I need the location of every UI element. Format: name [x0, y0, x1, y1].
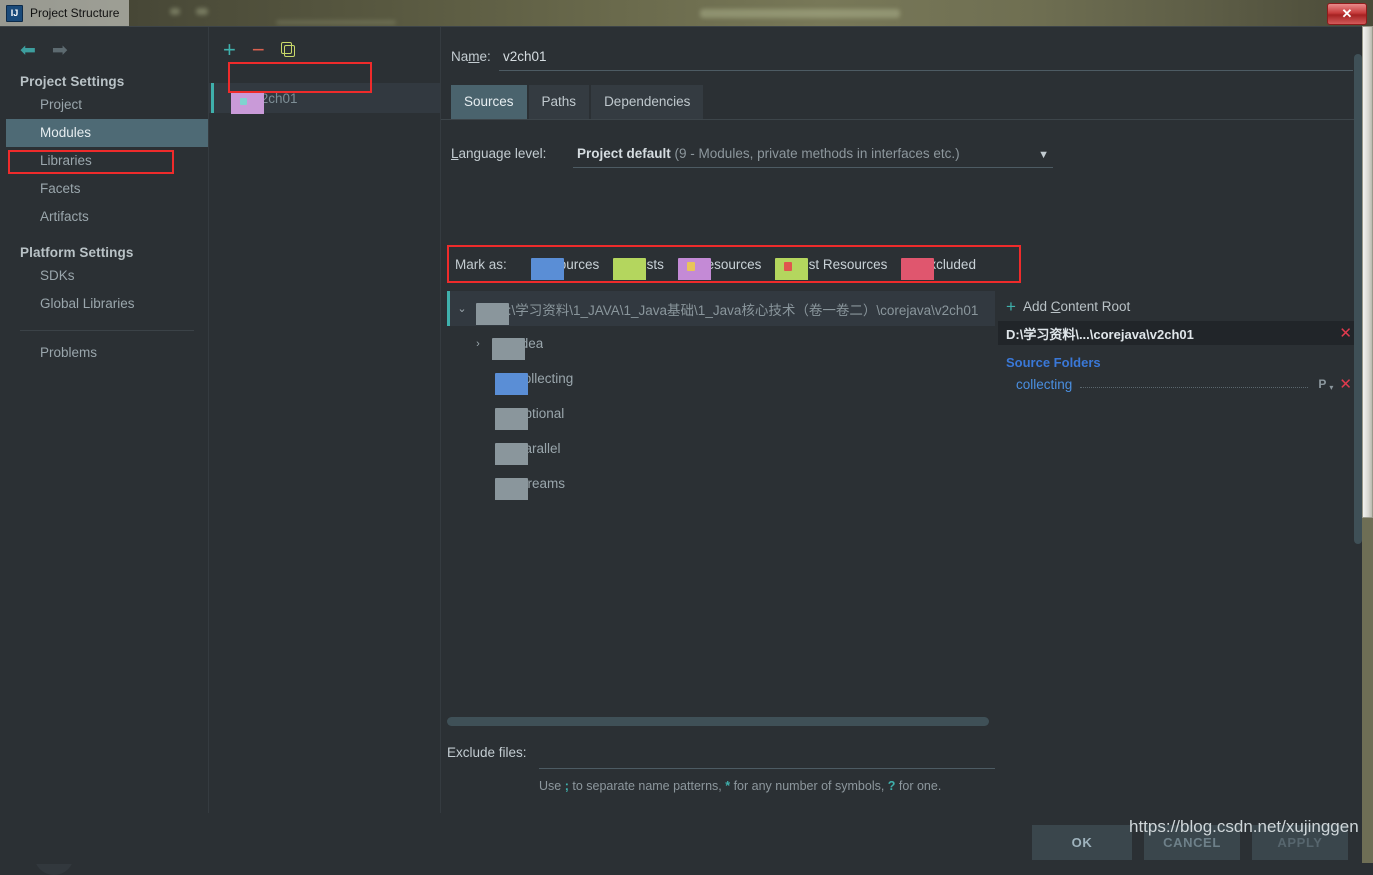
tab-dependencies[interactable]: Dependencies [591, 85, 704, 119]
ok-button[interactable]: OK [1032, 825, 1132, 860]
add-content-root-label: Add Content Root [1022, 298, 1131, 314]
sidebar-item-libraries[interactable]: Libraries [6, 147, 208, 175]
tab-paths[interactable]: Paths [528, 85, 590, 119]
folder-icon [495, 442, 528, 465]
module-name-row: Name: v2ch01 [441, 27, 1363, 71]
module-list-item-v2ch01[interactable]: v2ch01 [209, 83, 441, 114]
folder-resources-icon [677, 258, 711, 280]
tree-row-optional[interactable]: optional [447, 396, 995, 431]
watermark-text: https://blog.csdn.net/xujinggen [1129, 817, 1359, 836]
sidebar-divider [20, 330, 194, 331]
tree-row-label: D:\学习资料\1_JAVA\1_Java基础\1_Java核心技术（卷一卷二）… [498, 302, 979, 318]
folder-source-icon [495, 372, 528, 395]
tab-sources[interactable]: Sources [451, 85, 527, 119]
sidebar-item-problems[interactable]: Problems [6, 339, 208, 367]
add-module-button[interactable]: + [223, 39, 236, 61]
package-prefix-icon[interactable]: P [1318, 377, 1333, 392]
tree-row-collecting[interactable]: collecting [447, 361, 995, 396]
folder-icon [495, 407, 528, 430]
sidebar-item-modules[interactable]: Modules [6, 119, 208, 147]
mark-as-excluded-button[interactable]: Excluded [901, 257, 976, 280]
panel-vertical-scrollbar[interactable] [1354, 54, 1362, 544]
copy-icon[interactable] [280, 42, 297, 58]
sidebar-item-artifacts[interactable]: Artifacts [6, 203, 208, 231]
folder-icon [492, 337, 525, 360]
content-root-tree: ⌄ D:\学习资料\1_JAVA\1_Java基础\1_Java核心技术（卷一卷… [447, 291, 995, 711]
sidebar-item-project[interactable]: Project [6, 91, 208, 119]
content-root-path: D:\学习资料\...\corejava\v2ch01 [1006, 326, 1194, 342]
folder-sources-icon [530, 258, 564, 280]
close-button[interactable]: ✕ [1327, 3, 1367, 25]
chevron-down-icon[interactable]: ▼ [1038, 149, 1049, 161]
folder-excluded-icon [901, 258, 935, 280]
mark-as-test-resources-button[interactable]: Test Resources [775, 256, 888, 280]
dotted-leader [1080, 377, 1309, 388]
exclude-files-label: Exclude files: [447, 745, 527, 760]
tree-row-content-root[interactable]: ⌄ D:\学习资料\1_JAVA\1_Java基础\1_Java核心技术（卷一卷… [447, 291, 995, 326]
tree-row-idea[interactable]: › .idea [447, 326, 995, 361]
language-level-row: Language level: Project default (9 - Mod… [441, 120, 1363, 168]
folder-icon [476, 302, 509, 325]
tree-horizontal-scrollbar[interactable] [447, 717, 989, 726]
nav-arrows: ⬅ ➡ [6, 27, 208, 60]
sidebar-group-platform-settings: Platform Settings [20, 245, 134, 260]
window-scrollbar-thumb[interactable] [1362, 26, 1373, 518]
tree-row-streams[interactable]: streams [447, 466, 995, 501]
title-bar-left: IJ Project Structure [0, 0, 130, 26]
exclude-files-hint: Use ; to separate name patterns, * for a… [539, 779, 942, 793]
module-name-input[interactable]: v2ch01 [499, 49, 1353, 71]
source-folder-row-collecting[interactable]: collecting P ✕ [998, 372, 1362, 396]
content-root-header: D:\学习资料\...\corejava\v2ch01 ✕ [998, 321, 1362, 345]
exclude-files-section: Exclude files: Use ; to separate name pa… [447, 745, 995, 796]
content-root-details-panel: + Add Content Root D:\学习资料\...\corejava\… [998, 291, 1362, 713]
mark-as-sources-button[interactable]: Sources [530, 257, 599, 280]
tree-row-parallel[interactable]: parallel [447, 431, 995, 466]
tree-expander-icon[interactable]: ⌄ [455, 302, 469, 315]
sidebar-item-global-libraries[interactable]: Global Libraries [6, 290, 208, 318]
mark-as-test-resources-label: Test Resources [794, 256, 888, 272]
settings-sidebar: ⬅ ➡ Project Settings Project Modules Lib… [6, 27, 208, 813]
add-content-root-button[interactable]: + Add Content Root [998, 291, 1362, 321]
language-level-label: Language level: [451, 146, 547, 161]
sidebar-item-facets[interactable]: Facets [6, 175, 208, 203]
mark-as-resources-button[interactable]: Resources [677, 257, 761, 280]
module-folder-icon [231, 92, 264, 114]
remove-source-folder-icon[interactable]: ✕ [1339, 377, 1352, 392]
arrow-left-icon[interactable]: ⬅ [20, 41, 36, 60]
window-vertical-scrollbar[interactable] [1362, 26, 1373, 863]
module-tabs: Sources Paths Dependencies [441, 71, 1363, 120]
intellij-idea-icon: IJ [6, 4, 23, 22]
exclude-files-input[interactable]: Use ; to separate name patterns, * for a… [539, 768, 995, 796]
source-folder-name[interactable]: collecting [1016, 377, 1072, 392]
modules-list: v2ch01 [209, 83, 441, 114]
modules-toolbar: + − [209, 27, 441, 64]
mark-as-label: Mark as: [455, 256, 507, 272]
remove-content-root-icon[interactable]: ✕ [1339, 326, 1352, 341]
remove-module-button[interactable]: − [252, 39, 265, 61]
mark-as-row: Mark as: Sources Tests Resources [449, 247, 1019, 281]
plus-icon: + [1006, 296, 1016, 316]
arrow-right-icon[interactable]: ➡ [52, 41, 68, 60]
folder-test-resources-icon [775, 258, 809, 280]
tree-expander-icon[interactable]: › [471, 338, 485, 350]
mark-as-annotation-box: Mark as: Sources Tests Resources [447, 245, 1021, 283]
sidebar-item-sdks[interactable]: SDKs [6, 262, 208, 290]
folder-tests-icon [613, 258, 647, 280]
window-title: Project Structure [30, 6, 120, 20]
project-structure-dialog: ⬅ ➡ Project Settings Project Modules Lib… [0, 26, 1363, 875]
folder-icon [495, 477, 528, 500]
title-bar: IJ Project Structure ✕ [0, 0, 1373, 26]
mark-as-tests-button[interactable]: Tests [613, 257, 664, 280]
language-level-value: Project default (9 - Modules, private me… [577, 146, 960, 161]
language-level-select[interactable]: Project default (9 - Modules, private me… [573, 146, 1053, 168]
module-name-label: Name: [451, 49, 491, 64]
sidebar-group-project-settings: Project Settings [20, 74, 125, 89]
source-folders-title: Source Folders [1006, 355, 1101, 370]
modules-column: + − v2ch01 [208, 27, 441, 813]
